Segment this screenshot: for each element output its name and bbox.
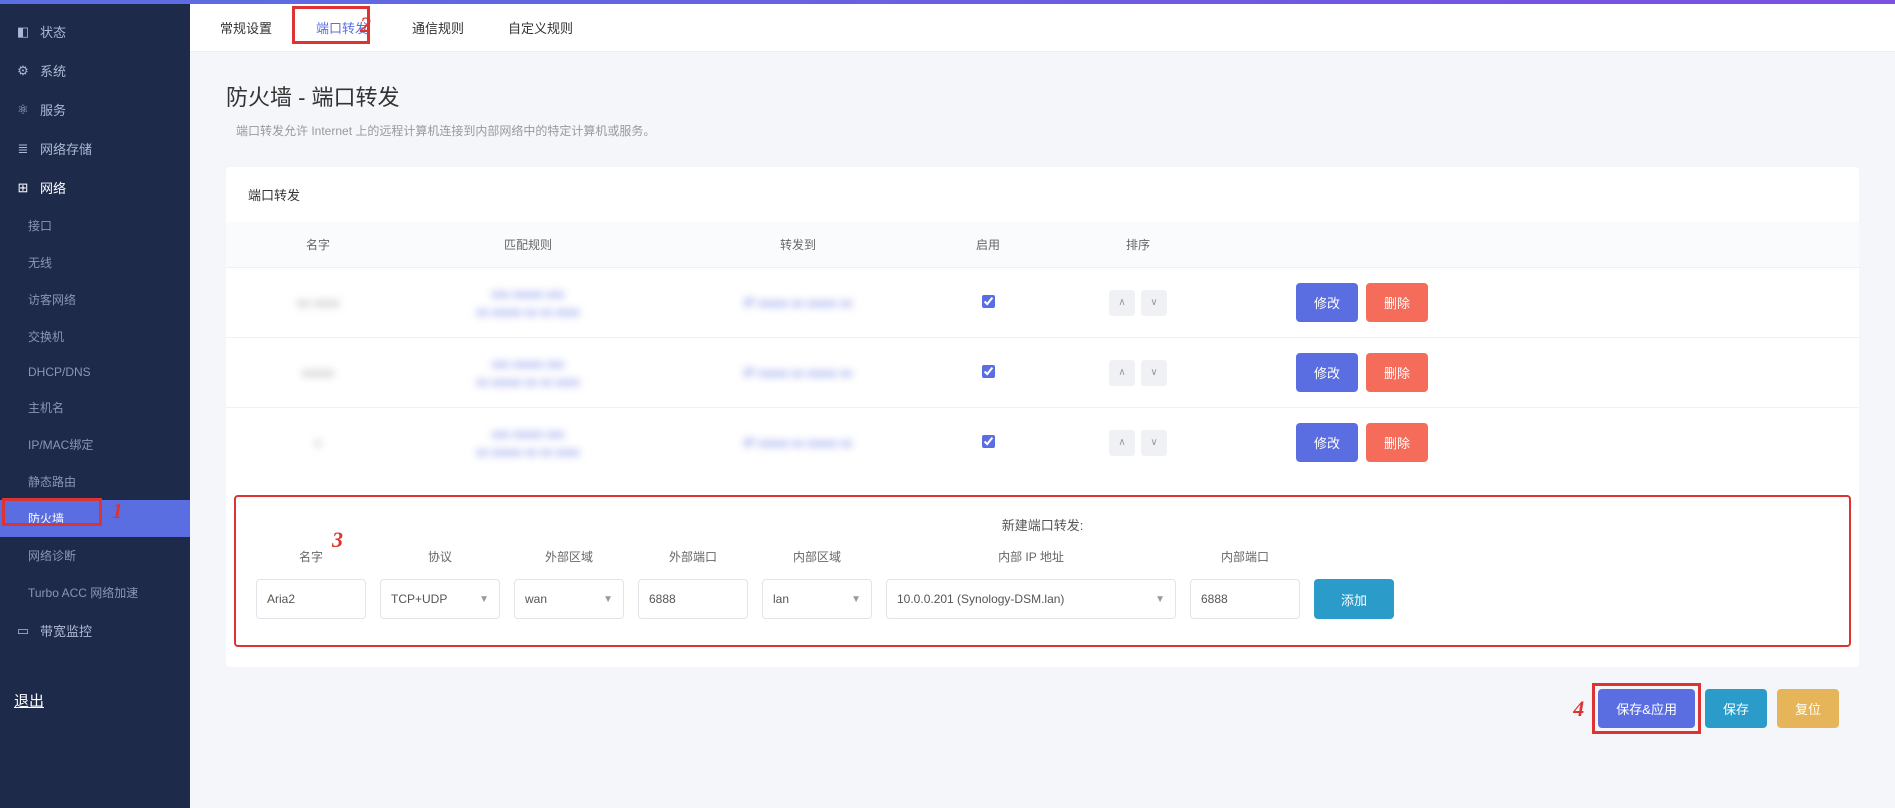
sidebar-sub-ipmac[interactable]: IP/MAC绑定	[0, 426, 190, 463]
tab-port-forward[interactable]: 端口转发	[294, 4, 390, 51]
sidebar-item-bandwidth[interactable]: ▭ 带宽监控	[0, 611, 190, 650]
sidebar-item-system[interactable]: ⚙ 系统	[0, 51, 190, 90]
footer-buttons: 4 保存&应用 保存 复位	[226, 667, 1859, 728]
row-enable-checkbox[interactable]	[982, 295, 995, 308]
ext-zone-select[interactable]: wan▼	[514, 579, 624, 619]
caret-down-icon: ▼	[851, 594, 861, 605]
row-forward: IP xxxxx xx xxxxx xx	[668, 434, 928, 452]
int-ip-select[interactable]: 10.0.0.201 (Synology-DSM.lan)▼	[886, 579, 1176, 619]
move-up-button[interactable]: ∧	[1109, 360, 1135, 386]
tab-custom-rules[interactable]: 自定义规则	[486, 4, 595, 51]
sidebar-item-label: 状态	[40, 22, 66, 41]
edit-button[interactable]: 修改	[1296, 423, 1358, 462]
edit-button[interactable]: 修改	[1296, 353, 1358, 392]
reset-button[interactable]: 复位	[1777, 689, 1839, 728]
row-enable-checkbox[interactable]	[982, 365, 995, 378]
sidebar-item-label: 网络	[40, 178, 66, 197]
sidebar-sub-wireless[interactable]: 无线	[0, 244, 190, 281]
forward-card: 端口转发 名字 匹配规则 转发到 启用 排序 xx xxxx xxx xxxxx…	[226, 167, 1859, 667]
move-down-button[interactable]: ∨	[1141, 290, 1167, 316]
caret-down-icon: ▼	[1155, 594, 1165, 605]
disk-icon: ≣	[14, 141, 32, 157]
tabs: 常规设置 端口转发 通信规则 自定义规则 2	[190, 4, 1895, 52]
row-match: xxx xxxxx xxxxx xxxxx xx xx xxxx	[388, 285, 668, 321]
row-match: xxx xxxxx xxxxx xxxxx xx xx xxxx	[388, 425, 668, 461]
sidebar-sub-interfaces[interactable]: 接口	[0, 207, 190, 244]
int-port-input[interactable]	[1190, 579, 1300, 619]
sidebar-item-services[interactable]: ⚛ 服务	[0, 90, 190, 129]
network-icon: ⊞	[14, 180, 32, 196]
int-zone-select[interactable]: lan▼	[762, 579, 872, 619]
sidebar-item-label: 服务	[40, 100, 66, 119]
row-match: xxx xxxxx xxxxx xxxxx xx xx xxxx	[388, 355, 668, 391]
row-name: xxxxx	[248, 365, 388, 380]
sidebar-item-label: 网络存储	[40, 139, 92, 158]
move-up-button[interactable]: ∧	[1109, 290, 1135, 316]
sidebar-item-status[interactable]: ◧ 状态	[0, 12, 190, 51]
new-forward-title: 新建端口转发:	[256, 515, 1829, 534]
monitor-icon: ▭	[14, 623, 32, 639]
row-name: xx xxxx	[248, 295, 388, 310]
move-up-button[interactable]: ∧	[1109, 430, 1135, 456]
sidebar-item-label: 系统	[40, 61, 66, 80]
table-row: xxxxx xxx xxxxx xxxxx xxxxx xx xx xxxx I…	[226, 337, 1859, 407]
sidebar-sub-guest[interactable]: 访客网络	[0, 281, 190, 318]
card-title: 端口转发	[226, 167, 1859, 222]
add-button[interactable]: 添加	[1314, 579, 1394, 619]
name-input[interactable]	[256, 579, 366, 619]
edit-button[interactable]: 修改	[1296, 283, 1358, 322]
table-row: x xxx xxxxx xxxxx xxxxx xx xx xxxx IP xx…	[226, 407, 1859, 477]
row-forward: IP xxxxx xx xxxxx xx	[668, 294, 928, 312]
sidebar-item-network[interactable]: ⊞ 网络	[0, 168, 190, 207]
sidebar-sub-diag[interactable]: 网络诊断	[0, 537, 190, 574]
sidebar-item-nas[interactable]: ≣ 网络存储	[0, 129, 190, 168]
sidebar-sub-switch[interactable]: 交换机	[0, 318, 190, 355]
save-apply-button[interactable]: 保存&应用	[1598, 689, 1695, 728]
move-down-button[interactable]: ∨	[1141, 430, 1167, 456]
delete-button[interactable]: 删除	[1366, 423, 1428, 462]
gear-icon: ⚙	[14, 63, 32, 79]
table-header: 名字 匹配规则 转发到 启用 排序	[226, 222, 1859, 267]
row-name: x	[248, 435, 388, 450]
logout-link[interactable]: 退出	[0, 680, 190, 721]
ext-port-input[interactable]	[638, 579, 748, 619]
protocol-select[interactable]: TCP+UDP▼	[380, 579, 500, 619]
new-forward-box: 新建端口转发: 3 名字 协议 外部区域 外部端口 内部区域 内部 IP 地址 …	[234, 495, 1851, 647]
main-content: 常规设置 端口转发 通信规则 自定义规则 2 防火墙 - 端口转发 端口转发允许…	[190, 4, 1895, 808]
tab-traffic-rules[interactable]: 通信规则	[390, 4, 486, 51]
delete-button[interactable]: 删除	[1366, 353, 1428, 392]
caret-down-icon: ▼	[603, 594, 613, 605]
sidebar-sub-staticroute[interactable]: 静态路由	[0, 463, 190, 500]
annotation-1: 1	[112, 498, 123, 524]
sidebar-item-label: 带宽监控	[40, 621, 92, 640]
save-button[interactable]: 保存	[1705, 689, 1767, 728]
atom-icon: ⚛	[14, 102, 32, 118]
page-title: 防火墙 - 端口转发	[226, 80, 1859, 112]
grid-icon: ◧	[14, 24, 32, 40]
sidebar-sub-dhcpdns[interactable]: DHCP/DNS	[0, 355, 190, 389]
row-forward: IP xxxxx xx xxxxx xx	[668, 364, 928, 382]
page-description: 端口转发允许 Internet 上的远程计算机连接到内部网络中的特定计算机或服务…	[226, 122, 1859, 139]
table-row: xx xxxx xxx xxxxx xxxxx xxxxx xx xx xxxx…	[226, 267, 1859, 337]
tab-general[interactable]: 常规设置	[198, 4, 294, 51]
sidebar-sub-turboacc[interactable]: Turbo ACC 网络加速	[0, 574, 190, 611]
delete-button[interactable]: 删除	[1366, 283, 1428, 322]
row-enable-checkbox[interactable]	[982, 435, 995, 448]
caret-down-icon: ▼	[479, 594, 489, 605]
sidebar-sub-hostname[interactable]: 主机名	[0, 389, 190, 426]
sidebar-sub-firewall[interactable]: 防火墙 1	[0, 500, 190, 537]
sidebar: ◧ 状态 ⚙ 系统 ⚛ 服务 ≣ 网络存储 ⊞ 网络 接口 无线 访客网络 交换机 DHC…	[0, 4, 190, 808]
move-down-button[interactable]: ∨	[1141, 360, 1167, 386]
annotation-4: 4	[1573, 696, 1584, 722]
